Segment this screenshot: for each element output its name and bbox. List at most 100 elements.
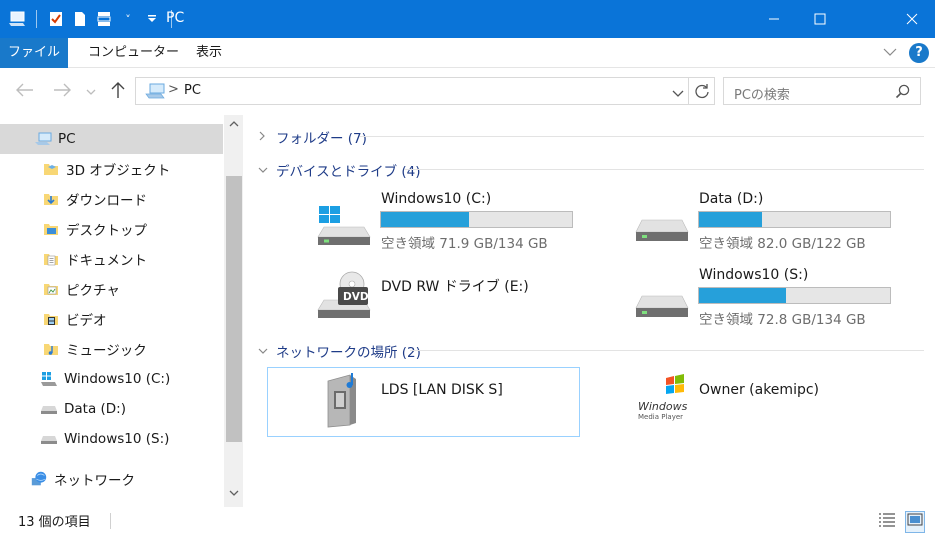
chevron-right-icon xyxy=(258,131,272,144)
maximize-button[interactable] xyxy=(797,0,843,38)
customize-qat-icon[interactable] xyxy=(143,10,161,28)
details-view-icon[interactable] xyxy=(878,512,896,532)
status-divider xyxy=(110,513,111,529)
sidebar-item-label: ピクチャ xyxy=(66,283,120,299)
group-header-devices[interactable]: デバイスとドライブ (4) xyxy=(258,160,421,180)
sidebar-item-data-d[interactable]: Data (D:) xyxy=(0,394,223,424)
group-divider xyxy=(410,350,924,351)
sidebar-item-label: デスクトップ xyxy=(66,223,147,239)
status-bar: 13 個の項目 xyxy=(0,507,935,534)
drive-usage-fill xyxy=(381,212,470,227)
desktop-folder-icon xyxy=(42,221,60,237)
address-dropdown-icon[interactable] xyxy=(672,87,684,102)
quick-access-toolbar: ˅ xyxy=(8,8,176,30)
sidebar-item-label: Windows10 (C:) xyxy=(64,371,171,387)
download-folder-icon xyxy=(42,191,60,207)
sidebar-item-downloads[interactable]: ダウンロード xyxy=(0,184,223,214)
sidebar-item-videos[interactable]: ビデオ xyxy=(0,304,223,334)
close-button[interactable] xyxy=(889,0,935,38)
qat-dropdown-icon[interactable]: ˅ xyxy=(119,10,137,28)
windows-hdd-icon xyxy=(316,205,372,251)
sidebar-item-3d-objects[interactable]: 3D オブジェクト xyxy=(0,154,223,184)
minimize-button[interactable] xyxy=(751,0,797,38)
ribbon-right-controls: ? xyxy=(883,43,929,63)
sidebar-item-music[interactable]: ミュージック xyxy=(0,334,223,364)
search-box[interactable]: PCの検索 xyxy=(723,77,921,105)
network-location-name: Owner (akemipc) xyxy=(699,382,819,398)
videos-folder-icon xyxy=(42,311,60,327)
group-header-label: デバイスとドライブ (4) xyxy=(276,164,421,180)
group-header-network[interactable]: ネットワークの場所 (2) xyxy=(258,341,421,361)
chevron-down-icon xyxy=(258,345,272,358)
drive-usage-fill xyxy=(699,212,762,227)
drive-name: Windows10 (S:) xyxy=(699,267,809,283)
search-icon[interactable] xyxy=(895,84,910,103)
help-icon[interactable]: ? xyxy=(909,43,929,63)
sidebar-item-label: ネットワーク xyxy=(54,473,135,489)
layout-icon[interactable] xyxy=(95,10,113,28)
group-header-folders[interactable]: フォルダー (7) xyxy=(258,127,367,147)
sidebar-item-pc[interactable]: PC xyxy=(0,124,223,154)
drive-usage-fill xyxy=(699,288,787,303)
navigation-pane: PC 3D オブジェクト ダウンロード デスクトップ ドキュメント ピクチャ ビ… xyxy=(0,115,244,507)
group-header-label: ネットワークの場所 (2) xyxy=(276,345,421,361)
back-arrow-icon[interactable] xyxy=(15,80,35,100)
tab-view[interactable]: 表示 xyxy=(196,38,222,68)
scroll-up-arrow-icon[interactable] xyxy=(224,115,243,133)
drive-free-space: 空き領域 82.0 GB/122 GB xyxy=(699,236,866,252)
logo-text: Windows xyxy=(638,400,688,413)
drive-usage-bar xyxy=(698,287,891,304)
breadcrumb-pc[interactable]: PC xyxy=(184,83,201,98)
sidebar-item-windows10-c[interactable]: Windows10 (C:) xyxy=(0,364,223,394)
sidebar-item-windows10-s[interactable]: Windows10 (S:) xyxy=(0,424,223,454)
drive-free-space: 空き領域 72.8 GB/134 GB xyxy=(699,312,866,328)
hdd-icon xyxy=(634,292,690,326)
folder-3d-icon xyxy=(42,161,60,177)
refresh-icon xyxy=(694,84,709,99)
network-location-name: LDS [LAN DISK S] xyxy=(381,382,503,398)
properties-icon[interactable] xyxy=(47,10,65,28)
expand-ribbon-icon[interactable] xyxy=(883,46,897,61)
sidebar-item-label: ダウンロード xyxy=(66,193,147,209)
tab-file[interactable]: ファイル xyxy=(0,38,68,68)
group-header-label: フォルダー (7) xyxy=(276,131,367,147)
sidebar-item-label: PC xyxy=(58,131,76,147)
group-divider xyxy=(404,169,924,170)
pictures-folder-icon xyxy=(42,281,60,297)
up-arrow-icon[interactable] xyxy=(108,80,128,100)
ribbon: ファイル コンピューター 表示 ? xyxy=(0,38,935,68)
media-server-icon xyxy=(322,371,366,435)
sidebar-scroll-thumb[interactable] xyxy=(226,176,242,442)
refresh-button[interactable] xyxy=(688,77,714,105)
pc-icon xyxy=(144,83,166,103)
breadcrumb-separator[interactable]: > xyxy=(168,82,179,97)
sidebar-item-label: Data (D:) xyxy=(64,401,127,417)
music-folder-icon xyxy=(42,341,60,357)
forward-arrow-icon[interactable] xyxy=(52,80,72,100)
sidebar-item-network[interactable]: ネットワーク xyxy=(0,464,223,494)
drive-usage-bar xyxy=(380,211,573,228)
scroll-down-arrow-icon[interactable] xyxy=(224,484,243,502)
drive-name: Windows10 (C:) xyxy=(381,191,492,207)
large-icons-view-icon[interactable] xyxy=(905,511,925,533)
qat-separator xyxy=(36,10,37,28)
address-bar[interactable]: > PC xyxy=(135,77,715,105)
tab-computer[interactable]: コンピューター xyxy=(88,38,179,68)
sidebar-item-pictures[interactable]: ピクチャ xyxy=(0,274,223,304)
drive-name: Data (D:) xyxy=(699,191,764,207)
sidebar-item-label: ミュージック xyxy=(66,343,147,359)
chevron-down-icon xyxy=(258,164,272,177)
drive-name: DVD RW ドライブ (E:) xyxy=(381,279,529,295)
windows-drive-icon xyxy=(40,371,58,387)
sidebar-item-documents[interactable]: ドキュメント xyxy=(0,244,223,274)
drive-usage-bar xyxy=(698,211,891,228)
dvd-drive-icon: DVD xyxy=(316,270,372,324)
recent-locations-icon[interactable] xyxy=(84,82,98,102)
sidebar-item-desktop[interactable]: デスクトップ xyxy=(0,214,223,244)
network-location-lds[interactable] xyxy=(267,367,580,437)
new-folder-icon[interactable] xyxy=(71,10,89,28)
drive-free-space: 空き領域 71.9 GB/134 GB xyxy=(381,236,548,252)
drive-icon xyxy=(40,431,58,447)
documents-folder-icon xyxy=(42,251,60,267)
sidebar-item-label: 3D オブジェクト xyxy=(66,163,171,179)
